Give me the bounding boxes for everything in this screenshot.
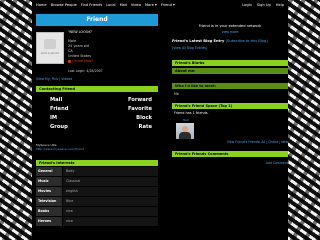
interest-row: Music Classical (36, 177, 158, 186)
view-more-link[interactable]: view more (172, 30, 288, 34)
interest-row: Television Nice (36, 197, 158, 206)
left-column: Friend Add a photo "NEW LOOOK" Male 25 y… (36, 14, 158, 226)
interest-row: Books nice (36, 207, 158, 216)
myspace-url-link[interactable]: http://www.myspace.com/friend (36, 147, 158, 151)
contact-mail[interactable]: Mail (50, 97, 101, 103)
nav-local[interactable]: Local (106, 3, 115, 7)
interest-label: Music (36, 177, 62, 186)
friend-name[interactable]: Tom (176, 118, 196, 122)
nav-more[interactable]: More ▾ (145, 3, 157, 7)
meet-body: Me (174, 92, 180, 96)
view-friends-links[interactable]: View Friend's Friends: All | Online | Ne… (172, 140, 288, 144)
interest-label: Television (36, 197, 62, 206)
friends-count: Friend has 1 friends. (174, 111, 209, 115)
interest-value: english (63, 187, 158, 196)
view-all-blog-link[interactable]: [View All Blog Entries] (172, 46, 288, 50)
add-comment-link[interactable]: Add Comment (172, 161, 288, 165)
zebra-background-right (288, 0, 320, 240)
nav-find-friends[interactable]: Find Friends (81, 3, 102, 7)
interest-row: General Body (36, 167, 158, 176)
interest-label: Movies (36, 187, 62, 196)
contact-box: Mail Forward Friend Favorite IM Block Gr… (36, 94, 158, 139)
nav-help[interactable]: Help (276, 3, 284, 7)
view-my-links[interactable]: View My: Pics | Videos (36, 77, 158, 81)
latest-blog-label: Friend's Latest Blog Entry (172, 39, 225, 43)
interest-value: Body (63, 167, 158, 176)
friend-photo[interactable] (176, 123, 194, 139)
zebra-background-left (0, 0, 32, 240)
interests-header: Friend's Interests (36, 160, 158, 166)
contact-im[interactable]: IM (50, 115, 101, 121)
online-status: Online Now! (72, 59, 93, 63)
friend-card[interactable]: Tom (176, 118, 196, 139)
interests-section: Friend's Interests General Body Music Clas… (36, 160, 158, 226)
extended-network-text: Friend is in your extended network (198, 24, 262, 28)
nav-mail[interactable]: Mail (120, 3, 127, 7)
interest-value: Classical (63, 177, 158, 186)
nav-login[interactable]: Login (242, 3, 252, 7)
profile-info: "NEW LOOOK" Male 25 years old CA United … (68, 30, 93, 64)
contact-group[interactable]: Group (50, 124, 101, 130)
comments-section: Friend's Friends Comments Add Comment (172, 151, 288, 165)
profile-name-header: Friend (36, 14, 158, 26)
blurbs-section: Friend's Blurbs About me: Who I'd like t… (172, 60, 288, 96)
blurbs-header: Friend's Blurbs (172, 60, 288, 66)
profile-quote: "NEW LOOOK" (68, 30, 93, 34)
contact-grid: Mail Forward Friend Favorite IM Block Gr… (36, 94, 158, 130)
interest-label: Heroes (36, 217, 62, 226)
photo-placeholder-icon (44, 39, 56, 49)
top-navigation: Home Browse People Find Friends Local Ma… (32, 0, 288, 10)
contact-favorite[interactable]: Favorite (101, 106, 152, 112)
interest-row: Heroes nice (36, 217, 158, 226)
subscribe-blog-link[interactable]: [Subscribe to this Blog] (226, 39, 268, 43)
interest-value: Nice (63, 197, 158, 206)
profile-photo[interactable]: Add a photo (36, 32, 64, 64)
contact-forward[interactable]: Forward (101, 97, 152, 103)
friend-photo-body (179, 132, 191, 139)
interest-row: Movies english (36, 187, 158, 196)
profile-summary: Add a photo "NEW LOOOK" Male 25 years ol… (36, 30, 158, 76)
top-navigation-right: Login Sign Up Help (237, 3, 288, 7)
nav-home[interactable]: Home (36, 3, 47, 7)
nav-browse-people[interactable]: Browse People (51, 3, 77, 7)
contact-header: Contacting Friend (36, 86, 158, 92)
contact-rate[interactable]: Rate (101, 124, 153, 130)
contact-add-friend[interactable]: Friend (50, 106, 101, 112)
last-login: Last Login: 4/28/2007 (68, 69, 103, 73)
latest-blog: Friend's Latest Blog Entry [Subscribe to… (172, 39, 288, 43)
nav-friend[interactable]: Friend ▾ (161, 3, 175, 7)
contact-block[interactable]: Block (101, 115, 152, 121)
interest-label: Books (36, 207, 62, 216)
contact-section: Contacting Friend Mail Forward Friend Fa… (36, 86, 158, 151)
nav-video[interactable]: Video (131, 3, 141, 7)
nav-sign-up[interactable]: Sign Up (257, 3, 271, 7)
interest-value: nice (63, 207, 158, 216)
myspace-url: MySpace URL: http://www.myspace.com/frie… (36, 143, 158, 151)
right-column: Friend is in your extended network view … (172, 14, 288, 165)
interest-label: General (36, 167, 62, 176)
photo-caption: Add a photo (40, 51, 60, 55)
about-me-body (172, 74, 288, 83)
interest-value: nice (63, 217, 158, 226)
friend-space-section: Friend's Friend Space (Top 1) Friend has… (172, 103, 288, 144)
online-icon (68, 59, 71, 63)
comments-header: Friend's Friends Comments (172, 151, 288, 157)
profile-page: Home Browse People Find Friends Local Ma… (32, 0, 288, 240)
